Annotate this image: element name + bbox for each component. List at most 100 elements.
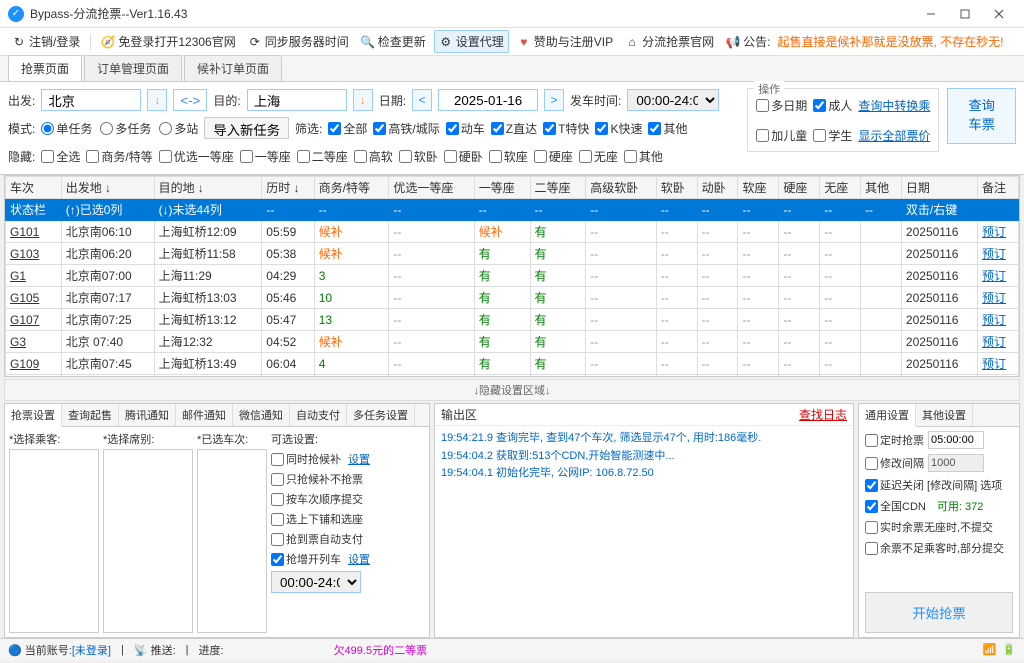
filter-dc[interactable]: 动车 [446,120,485,137]
col-header[interactable]: 备注 [978,177,1019,199]
col-header[interactable]: 优选一等座 [389,177,474,199]
hide-yw[interactable]: 硬卧 [444,148,483,165]
hide-ed[interactable]: 二等座 [297,148,348,165]
status-row[interactable]: 状态栏(↑)已选0列(↓)未选44列----------------------… [6,199,1019,221]
transfer-link[interactable]: 查询中转换乘 [858,97,930,114]
tab-ticket[interactable]: 抢票页面 [8,55,82,81]
mode-station[interactable]: 多站 [159,120,198,137]
passenger-list[interactable] [9,449,99,633]
hide-rz[interactable]: 软座 [489,148,528,165]
start-button[interactable]: 开始抢票 [865,592,1013,633]
col-header[interactable]: 二等座 [530,177,586,199]
gs-cdn[interactable]: 全国CDN [865,498,926,514]
col-header[interactable]: 出发地 ↓ [61,177,154,199]
col-header[interactable]: 硬座 [779,177,820,199]
to-input[interactable] [247,89,347,111]
gs-delay[interactable]: 延迟关闭 [修改间隔] 选项 [865,477,1002,493]
sync-time-button[interactable]: ⟳同步服务器时间 [244,31,353,52]
settings-tab[interactable]: 腾讯通知 [119,404,176,426]
settings-tab[interactable]: 查询起售 [62,404,119,426]
col-header[interactable]: 目的地 ↓ [154,177,262,199]
hide-yz[interactable]: 硬座 [534,148,573,165]
settings-tab[interactable]: 邮件通知 [176,404,233,426]
gs-timed[interactable]: 定时抢票 [865,432,924,448]
book-link[interactable]: 预订 [982,225,1006,239]
hide-all[interactable]: 全选 [41,148,80,165]
settings-tab[interactable]: 多任务设置 [347,404,415,426]
book-link[interactable]: 预订 [982,335,1006,349]
gs-interval-input[interactable] [928,454,984,472]
date-prev[interactable]: < [412,89,432,111]
vip-button[interactable]: ♥赞助与注册VIP [513,31,617,52]
proxy-button[interactable]: ⚙设置代理 [434,30,509,53]
filter-all[interactable]: 全部 [328,120,367,137]
collapse-bar[interactable]: ↓隐藏设置区域↓ [4,379,1020,401]
opt-time-select[interactable]: 00:00-24:00 [271,571,361,593]
hide-ydz[interactable]: 一等座 [240,148,291,165]
from-input[interactable] [41,89,141,111]
table-row[interactable]: G107北京南07:25上海虹桥13:1205:4713--有有--------… [6,309,1019,331]
filter-z[interactable]: Z直达 [491,120,537,137]
settings-tab[interactable]: 自动支付 [290,404,347,426]
query-button[interactable]: 查询 车票 [947,88,1016,144]
filter-gt[interactable]: 高铁/城际 [373,120,439,137]
gs-tab-general[interactable]: 通用设置 [859,404,916,427]
tab-waitlist[interactable]: 候补订单页面 [184,55,282,81]
filter-other[interactable]: 其他 [648,120,687,137]
gs-notfull[interactable]: 余票不足乘客时,部分提交 [865,540,1004,556]
show-all-link[interactable]: 显示全部票价 [858,127,930,144]
col-header[interactable]: 其他 [861,177,902,199]
book-link[interactable]: 预订 [982,291,1006,305]
multi-day[interactable]: 多日期 [756,97,807,114]
date-input[interactable] [438,89,538,111]
settings-tab[interactable]: 抢票设置 [5,404,62,427]
find-log-link[interactable]: 查找日志 [799,406,847,423]
col-header[interactable]: 历时 ↓ [262,177,314,199]
gs-realtime[interactable]: 实时余票无座时,不提交 [865,519,993,535]
hide-other[interactable]: 其他 [624,148,663,165]
table-row[interactable]: G1北京南07:00上海11:2904:293--有有------------2… [6,265,1019,287]
minimize-button[interactable] [914,0,948,28]
table-row[interactable]: G3北京 07:40上海12:3204:52候补--有有------------… [6,331,1019,353]
opt-order[interactable]: 按车次顺序提交 [271,491,370,507]
opt-only-wait[interactable]: 只抢候补不抢票 [271,471,370,487]
swap-button[interactable]: <-> [173,89,207,111]
col-header[interactable]: 商务/特等 [314,177,389,199]
gs-tab-other[interactable]: 其他设置 [916,404,973,426]
opt-waitlist[interactable]: 同时抢候补 设置 [271,451,370,467]
mode-multi[interactable]: 多任务 [100,120,151,137]
to-dropdown[interactable]: ↓ [353,89,373,111]
col-header[interactable]: 一等座 [474,177,530,199]
picked-train-list[interactable] [197,449,267,633]
hide-yd[interactable]: 优选一等座 [159,148,234,165]
date-next[interactable]: > [544,89,564,111]
check-update-button[interactable]: 🔍检查更新 [357,31,430,52]
table-row[interactable]: G103北京南06:20上海虹桥11:5805:38候补--有有--------… [6,243,1019,265]
hide-gr[interactable]: 高软 [354,148,393,165]
hide-rw[interactable]: 软卧 [399,148,438,165]
book-link[interactable]: 预订 [982,313,1006,327]
table-row[interactable]: G109北京南07:45上海虹桥13:4906:044--有有---------… [6,353,1019,375]
opt-autopay[interactable]: 抢到票自动支付 [271,531,370,547]
hide-wz[interactable]: 无座 [579,148,618,165]
train-table[interactable]: 车次出发地 ↓目的地 ↓历时 ↓商务/特等优选一等座一等座二等座高级软卧软卧动卧… [4,175,1020,377]
import-button[interactable]: 导入新任务 [204,117,289,139]
col-header[interactable]: 高级软卧 [586,177,657,199]
adult[interactable]: 成人 [813,97,852,114]
table-row[interactable]: G3北京南08:00上海12:3204:32候补--有有------------… [6,375,1019,378]
book-link[interactable]: 预订 [982,357,1006,371]
col-header[interactable]: 软座 [738,177,779,199]
gs-timed-input[interactable] [928,431,984,449]
maximize-button[interactable] [948,0,982,28]
opt-bunk[interactable]: 选上下铺和选座 [271,511,370,527]
time-select[interactable]: 00:00-24:00 [627,89,719,111]
filter-t[interactable]: T特快 [543,120,589,137]
logout-button[interactable]: ↻注销/登录 [8,31,84,52]
from-dropdown[interactable]: ↓ [147,89,167,111]
gs-interval[interactable]: 修改间隔 [865,455,924,471]
mode-single[interactable]: 单任务 [41,120,92,137]
student[interactable]: 学生 [813,127,852,144]
seat-list[interactable] [103,449,193,633]
col-header[interactable]: 车次 [6,177,62,199]
log-body[interactable]: 19:54:21.9 查询完毕, 查到47个车次, 筛选显示47个, 用时:18… [435,426,853,637]
